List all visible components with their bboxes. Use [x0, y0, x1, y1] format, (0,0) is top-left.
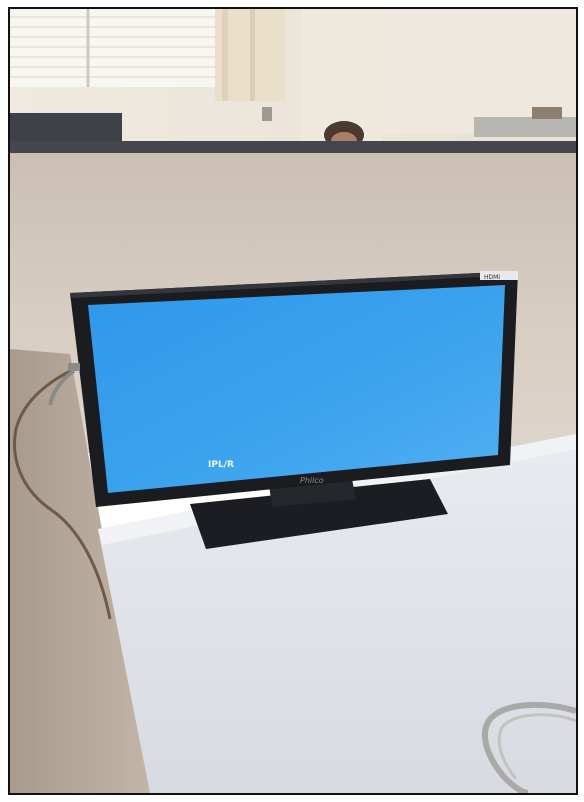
- monitor-sticker-text: HDMI: [484, 274, 500, 281]
- screen-overlay-text: IPL/R: [208, 460, 234, 470]
- photo-frame: IPL/R Philco HDMI: [0, 0, 584, 802]
- photo-scene: IPL/R Philco HDMI: [8, 7, 578, 795]
- monitor-brand-logo: Philco: [300, 476, 324, 485]
- scene-illustration: IPL/R Philco HDMI: [10, 9, 576, 793]
- window: [10, 9, 215, 87]
- shelf-object: [474, 117, 576, 137]
- partition-rail: [10, 141, 576, 153]
